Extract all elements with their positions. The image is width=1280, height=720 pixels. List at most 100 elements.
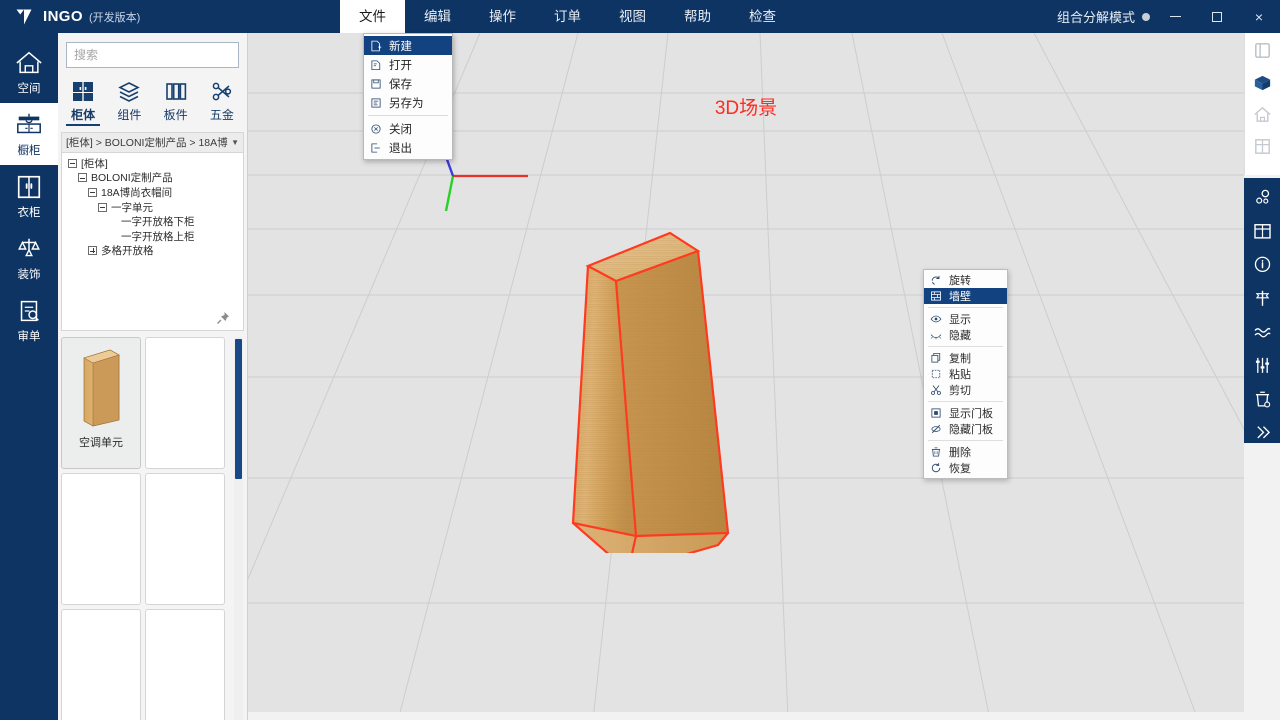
- tree-expander-minus-icon[interactable]: [88, 187, 97, 197]
- tree-item[interactable]: 18A博尚衣帽间: [62, 185, 243, 200]
- thumbnail-item[interactable]: [145, 609, 225, 720]
- wave-icon[interactable]: [1252, 322, 1273, 343]
- search-box[interactable]: [66, 42, 239, 68]
- new-file-icon: [371, 40, 382, 51]
- thumbnail-item[interactable]: [145, 337, 225, 469]
- scrollbar-thumb[interactable]: [235, 339, 242, 479]
- file-menu-item-exit[interactable]: 退出: [364, 138, 452, 157]
- menu-operation[interactable]: 操作: [470, 0, 535, 33]
- file-menu-item-close[interactable]: 关闭: [364, 119, 452, 138]
- file-menu-item-new[interactable]: 新建: [364, 36, 452, 55]
- exit-icon: [371, 142, 380, 153]
- context-menu-label-rotate: 旋转: [949, 275, 971, 287]
- tab-components[interactable]: 组件: [106, 76, 152, 126]
- menu-help[interactable]: 帮助: [665, 0, 730, 33]
- library-panel: 柜体 组件 板件: [58, 33, 248, 720]
- thumbnail-item[interactable]: [61, 609, 141, 720]
- menu-inspect[interactable]: 检查: [730, 0, 795, 33]
- chevron-down-icon[interactable]: ▼: [228, 138, 239, 147]
- sidebar-item-space[interactable]: 空间: [0, 41, 58, 103]
- save-icon: [371, 78, 381, 89]
- boards-icon: [165, 83, 186, 100]
- tree-item[interactable]: 一字开放格下柜: [62, 214, 243, 229]
- search-input[interactable]: [67, 43, 236, 67]
- brand-subtitle: (开发版本): [88, 11, 141, 24]
- info-circle-icon[interactable]: [1252, 254, 1273, 275]
- cabinet-model[interactable]: [558, 223, 738, 553]
- context-menu-item-delete[interactable]: 删除: [924, 444, 1007, 460]
- context-menu-item-cut[interactable]: 剪切: [924, 382, 1007, 398]
- tree-expander-minus-icon[interactable]: [98, 202, 107, 212]
- sidebar-item-wardrobe[interactable]: 衣柜: [0, 165, 58, 227]
- trash-icon: [931, 447, 941, 457]
- tree-expander-minus-icon[interactable]: [68, 158, 77, 168]
- breadcrumb[interactable]: [柜体] > BOLONI定制产品 > 18A博尚衣 ▼: [61, 132, 244, 153]
- tab-label-boards: 板件: [163, 108, 188, 122]
- tab-hardware[interactable]: 五金: [199, 76, 245, 126]
- tree-item-label: 一字开放格上柜: [121, 230, 195, 243]
- house-icon[interactable]: [1252, 104, 1273, 125]
- pushpin-icon[interactable]: [215, 310, 231, 326]
- sidebar-item-review-order[interactable]: 审单: [0, 289, 58, 351]
- sliders-icon[interactable]: [1252, 355, 1273, 376]
- menu-order[interactable]: 订单: [535, 0, 600, 33]
- tree-item[interactable]: [柜体]: [62, 156, 243, 171]
- context-menu-item-hide[interactable]: 隐藏: [924, 327, 1007, 343]
- panel-view-icon[interactable]: [1252, 40, 1273, 61]
- gears-icon[interactable]: [1252, 187, 1273, 208]
- paste-icon: [931, 369, 941, 379]
- review-order-icon: [20, 300, 39, 321]
- trash-settings-icon[interactable]: [1252, 389, 1273, 410]
- context-menu-item-restore[interactable]: 恢复: [924, 460, 1007, 476]
- context-menu-item-paste[interactable]: 粘贴: [924, 366, 1007, 382]
- context-menu-item-show[interactable]: 显示: [924, 311, 1007, 327]
- context-menu-separator: [928, 346, 1003, 347]
- tree-item[interactable]: BOLONI定制产品: [62, 171, 243, 186]
- sidebar-item-decoration[interactable]: 装饰: [0, 227, 58, 289]
- window-controls: ×: [1154, 0, 1280, 33]
- context-menu-item-wall[interactable]: 墙壁: [924, 288, 1007, 304]
- maximize-button[interactable]: [1196, 0, 1238, 33]
- breadcrumb-text: [柜体] > BOLONI定制产品 > 18A博尚衣: [66, 137, 228, 149]
- mode-indicator[interactable]: 组合分解模式: [1057, 0, 1150, 33]
- rotate-icon: [931, 275, 940, 285]
- sidebar-item-cabinet[interactable]: 橱柜: [0, 103, 58, 165]
- file-menu-item-save-as[interactable]: 另存为: [364, 93, 452, 112]
- cabinet-thumbnail-icon: [83, 349, 120, 427]
- minimize-button[interactable]: [1154, 0, 1196, 33]
- context-menu-item-copy[interactable]: 复制: [924, 350, 1007, 366]
- menu-file[interactable]: 文件: [340, 0, 405, 33]
- tree-item[interactable]: 一字单元: [62, 200, 243, 215]
- context-menu-item-rotate[interactable]: 旋转: [924, 272, 1007, 288]
- menu-view[interactable]: 视图: [600, 0, 665, 33]
- signpost-icon[interactable]: [1252, 288, 1273, 309]
- close-button[interactable]: ×: [1238, 0, 1280, 33]
- chevrons-right-icon[interactable]: [1252, 422, 1273, 443]
- context-menu-item-show-door[interactable]: 显示门板: [924, 405, 1007, 421]
- context-menu-label-show-door: 显示门板: [949, 408, 993, 420]
- window-split-icon[interactable]: [1252, 221, 1273, 242]
- file-menu-item-open[interactable]: 打开: [364, 55, 452, 74]
- box-3d-icon[interactable]: [1252, 72, 1273, 93]
- right-toolbar-top: [1244, 33, 1280, 175]
- pin-row: [215, 306, 239, 326]
- copy-icon: [931, 353, 941, 363]
- menu-edit[interactable]: 编辑: [405, 0, 470, 33]
- thumbnail-item[interactable]: [145, 473, 225, 605]
- file-menu-item-save[interactable]: 保存: [364, 74, 452, 93]
- tree-item[interactable]: 多格开放格: [62, 244, 243, 259]
- thumbnail-scrollbar[interactable]: [234, 337, 243, 720]
- tree-item[interactable]: 一字开放格上柜: [62, 229, 243, 244]
- title-bar: INGO (开发版本) 文件 编辑 操作 订单 视图 帮助 检查 组合分解模式 …: [0, 0, 1280, 33]
- tree-item-label: 18A博尚衣帽间: [101, 186, 173, 199]
- left-rail: 空间 橱柜 衣柜 装饰 审单: [0, 33, 58, 720]
- thumbnail-item[interactable]: [61, 473, 141, 605]
- context-menu-item-hide-door[interactable]: 隐藏门板: [924, 421, 1007, 437]
- tab-boards[interactable]: 板件: [153, 76, 199, 126]
- tab-cabinet-body[interactable]: 柜体: [60, 76, 106, 126]
- tree-expander-plus-icon[interactable]: [88, 246, 97, 256]
- tree-expander-minus-icon[interactable]: [78, 173, 87, 183]
- file-dropdown-menu: 新建 打开 保存 另存为 关闭 退出: [363, 33, 453, 160]
- thumbnail-item[interactable]: 空调单元: [61, 337, 141, 469]
- window-frame-icon[interactable]: [1252, 136, 1273, 157]
